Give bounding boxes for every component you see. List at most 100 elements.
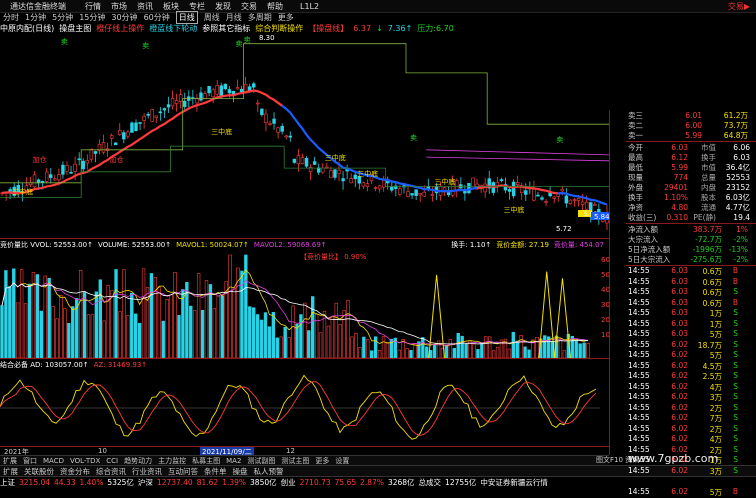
period-5min[interactable]: 5分钟	[52, 12, 73, 23]
date-label: 10	[98, 447, 107, 455]
status-item[interactable]: 创业	[281, 477, 296, 488]
candle-body	[288, 135, 293, 138]
stat-value: 6.06	[733, 142, 750, 152]
menu-item-discover[interactable]: 发现	[215, 1, 231, 12]
volume-bar	[452, 348, 456, 358]
mavol1-label: MAVOL1: 50024.07↑	[176, 241, 249, 249]
tab-expand-2[interactable]: 扩展	[3, 466, 18, 476]
volume-bar	[165, 298, 169, 358]
auction-amount-label: 竞价金额: 27.19	[496, 241, 549, 249]
candle-body	[552, 196, 556, 199]
candle-body	[272, 118, 276, 124]
tab-private-alert[interactable]: 私人预警	[254, 466, 284, 476]
candle-body	[406, 191, 410, 197]
candle-body	[109, 135, 114, 139]
signal-annotation: 三中底	[357, 169, 378, 178]
tab-industry-news[interactable]: 行业资讯	[132, 466, 162, 476]
stat-label: PE(静)	[693, 212, 716, 222]
candle-body	[126, 131, 130, 137]
period-multi[interactable]: 多周期	[248, 12, 272, 23]
stat-row: 收益(三) 0.310 PE(静) 19.4	[610, 212, 756, 222]
candle-body	[252, 83, 256, 88]
menu-item-info[interactable]: 资讯	[137, 1, 153, 12]
period-15min[interactable]: 15分钟	[79, 12, 105, 23]
menu-item-trade[interactable]: 交易	[241, 1, 257, 12]
flow-pct: -2%	[733, 254, 748, 264]
main-menu: 行情 市场 资讯 板块 专栏 发现 交易 帮助	[80, 1, 288, 12]
period-monthly[interactable]: 月线	[226, 12, 242, 23]
candle-body	[532, 189, 536, 201]
ask-row: 卖二 6.00 73.7万	[610, 120, 756, 130]
menu-item-help[interactable]: 帮助	[267, 1, 283, 12]
volume-bar	[476, 349, 480, 358]
tick-time: 14:55	[628, 287, 650, 296]
candle-body	[365, 183, 370, 187]
tick-time: 14:55	[628, 318, 650, 328]
candle-body	[463, 191, 467, 194]
indicator-label[interactable]: 操盘主图	[59, 23, 91, 34]
flow-pct: 1%	[736, 224, 748, 234]
period-1min[interactable]: 1分钟	[25, 12, 46, 23]
tab-fund-distribution[interactable]: 资金分布	[60, 466, 90, 476]
period-more[interactable]: 更多	[278, 12, 294, 23]
tick-volume: 2.5万	[702, 372, 722, 381]
period-tick[interactable]: 分时	[3, 12, 19, 23]
candlestick-chart[interactable]: 三中底加仓 加仓三中底三中底三中底三中底三中底卖卖卖卖卖卖 8.30 5.72 5…	[0, 34, 609, 238]
menu-item-market[interactable]: 市场	[111, 1, 127, 12]
tick-side: B	[732, 276, 738, 286]
tick-side: B	[732, 297, 738, 307]
menu-item-sector[interactable]: 板块	[163, 1, 179, 12]
menu-item-quote[interactable]: 行情	[85, 1, 101, 12]
volume-bar	[334, 302, 338, 358]
volume-bar	[543, 335, 547, 358]
volume-bar	[118, 311, 122, 358]
signal-annotation: 加仓	[32, 155, 46, 164]
candle-body	[89, 148, 94, 160]
volume-bar	[444, 345, 449, 358]
candle-body	[256, 102, 260, 105]
tab-ma2[interactable]: MA2	[226, 457, 241, 465]
candle-body	[138, 122, 142, 124]
indicator-value: 压力:6.70	[417, 24, 454, 33]
ad-indicator-chart[interactable]	[0, 370, 609, 446]
status-item[interactable]: 中安证券新疆云行情	[480, 477, 548, 488]
tick-row: 14:55 6.02 4.5万 S	[610, 361, 756, 372]
candle-body	[341, 178, 345, 182]
tick-side: S	[733, 381, 738, 391]
menu-item-column[interactable]: 专栏	[189, 1, 205, 12]
tab-news[interactable]: 综合资讯	[96, 466, 126, 476]
volume-bar	[271, 311, 276, 358]
period-weekly[interactable]: 周线	[204, 12, 220, 23]
date-label: 12	[286, 447, 295, 455]
period-30min[interactable]: 30分钟	[111, 12, 137, 23]
candle-body	[227, 89, 232, 94]
candle-body	[511, 181, 516, 197]
volume-bar	[157, 287, 161, 358]
candle-body	[414, 189, 418, 196]
volume-bar	[71, 306, 75, 358]
candle-body	[65, 165, 69, 172]
volume-bar	[330, 316, 335, 358]
tab-macd[interactable]: MACD	[43, 457, 64, 465]
volume-chart[interactable]	[0, 250, 609, 358]
stat-value: 52553	[726, 172, 750, 182]
candle-body	[40, 180, 45, 183]
tick-row: 14:55 6.02 5万 B	[610, 487, 756, 498]
trade-button[interactable]: 交易▶	[728, 2, 750, 11]
tab-operation[interactable]: 操盘	[233, 466, 248, 476]
tab-related-stocks[interactable]: 关联股份	[24, 466, 54, 476]
candle-body	[247, 86, 252, 91]
tab-cci[interactable]: CCI	[106, 457, 118, 465]
status-item[interactable]: 沪深	[138, 477, 153, 488]
status-item[interactable]: 上证	[0, 477, 15, 488]
period-60min[interactable]: 60分钟	[144, 12, 170, 23]
tab-qa[interactable]: 互动问答	[168, 466, 198, 476]
tab-vol-tdx[interactable]: VOL-TDX	[70, 457, 100, 465]
candle-body	[381, 179, 386, 188]
candle-body	[53, 178, 57, 181]
volume-bar	[16, 302, 20, 358]
volume-bar	[385, 342, 390, 358]
volume-bar	[141, 268, 146, 358]
tab-conditional-order[interactable]: 条件单	[204, 466, 227, 476]
stat-value: 0.310	[666, 212, 688, 222]
